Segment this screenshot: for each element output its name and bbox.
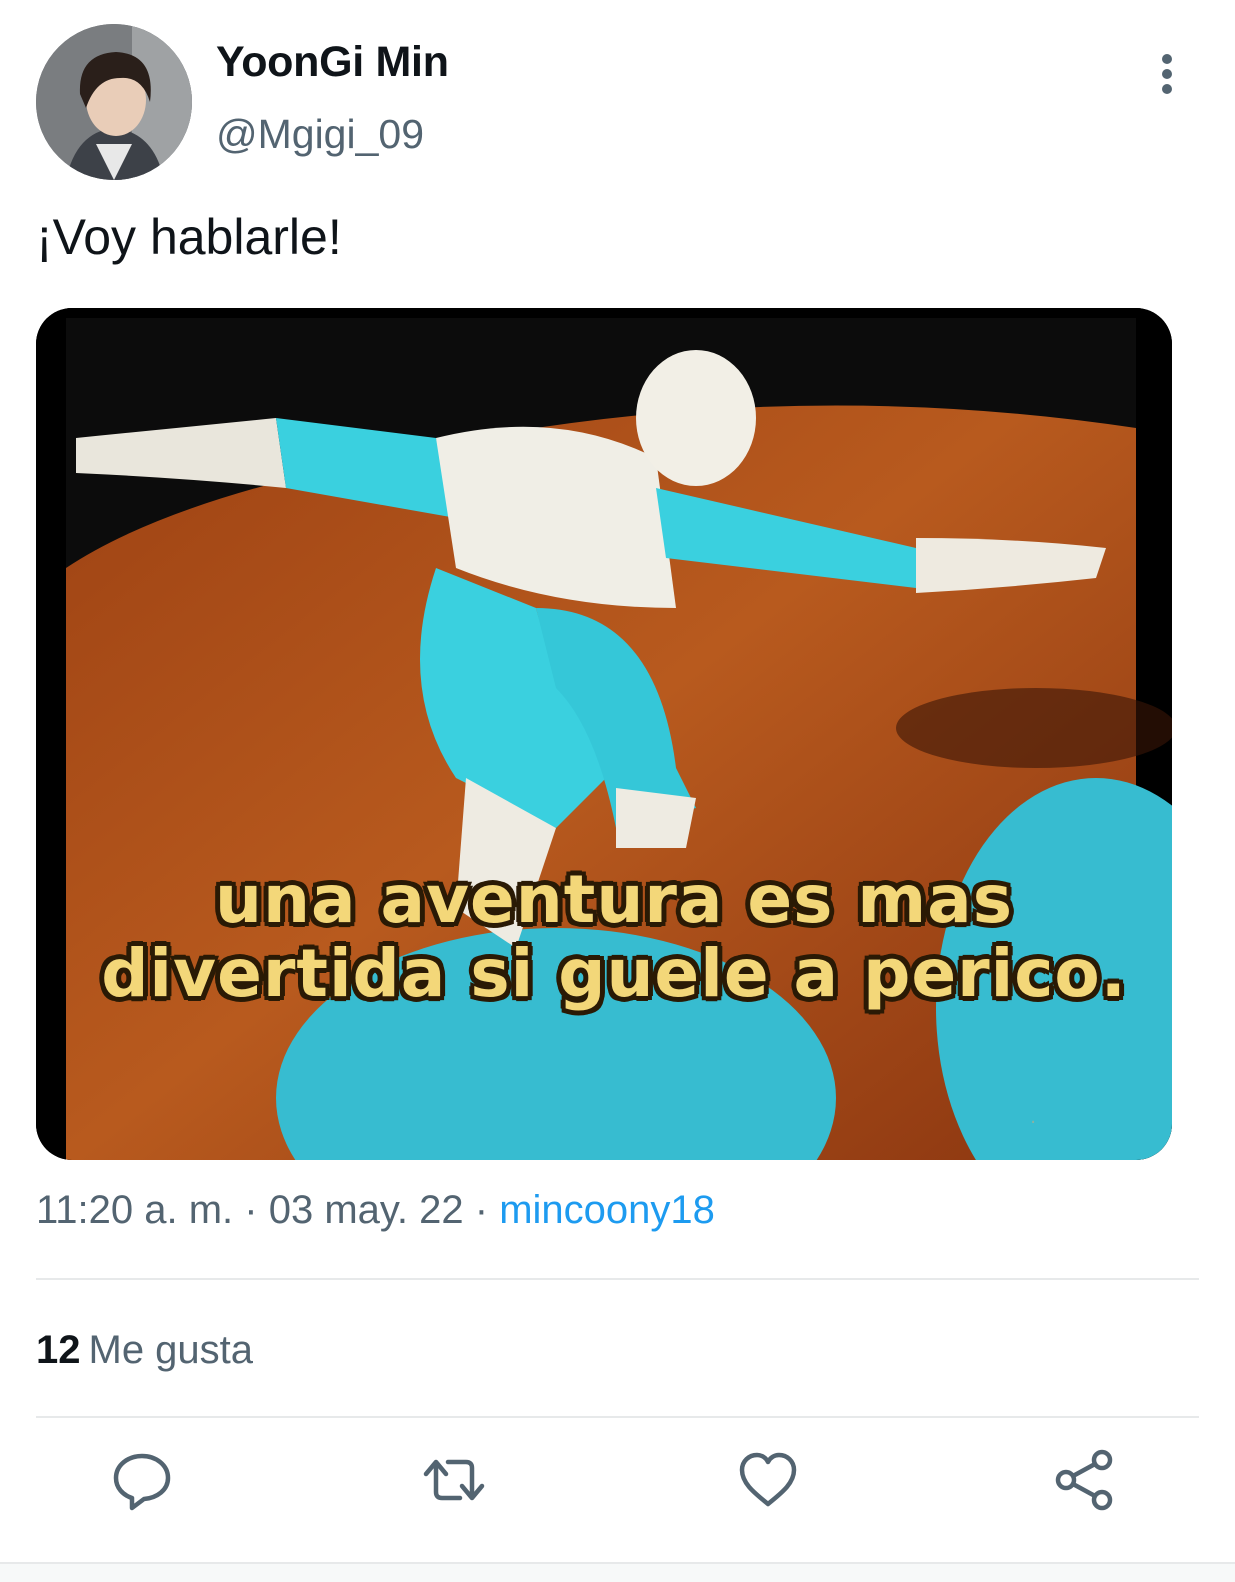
likes-label: Me gusta [88,1328,254,1372]
svg-text:·: · [1030,1112,1036,1133]
tweet-media-image[interactable]: · una aventura es mas divertida si guele… [36,308,1172,1160]
tweet-text: ¡Voy hablarle! [36,209,342,265]
share-button[interactable] [1052,1448,1116,1512]
more-options-button[interactable] [1159,54,1175,98]
avatar-image [36,24,192,180]
retweet-button[interactable] [422,1448,486,1512]
tweet-time[interactable]: 11:20 a. m. [36,1188,233,1232]
meta-separator: · [474,1188,500,1232]
more-vertical-icon [1162,54,1172,64]
retweet-icon [423,1459,485,1501]
like-button[interactable] [736,1448,800,1512]
avatar[interactable] [36,24,192,180]
tweet-actions [36,1448,1199,1528]
reply-icon [113,1453,171,1511]
more-vertical-icon-dot [1162,69,1172,79]
likes-count: 12 [36,1328,81,1372]
tweet-source-link[interactable]: mincoony18 [499,1188,715,1232]
meme-image: · [36,308,1172,1160]
divider [36,1278,1199,1280]
share-icon [1055,1449,1113,1511]
bottom-divider [0,1562,1235,1582]
author-info: YoonGi Min @Mgigi_09 [216,38,449,158]
meme-caption: una aventura es mas divertida si guele a… [101,861,1127,1012]
heart-icon [739,1452,797,1507]
meta-separator: · [244,1188,269,1232]
likes-count-link[interactable]: 12 Me gusta [36,1326,253,1374]
tweet-meta: 11:20 a. m. · 03 may. 22 · mincoony18 [36,1186,715,1234]
tweet-header: YoonGi Min @Mgigi_09 [36,24,1199,180]
display-name[interactable]: YoonGi Min [216,38,449,86]
more-vertical-icon-dot [1162,84,1172,94]
divider [36,1416,1199,1418]
reply-button[interactable] [110,1448,174,1512]
tweet-date[interactable]: 03 may. 22 [269,1188,464,1232]
user-handle[interactable]: @Mgigi_09 [216,110,449,158]
